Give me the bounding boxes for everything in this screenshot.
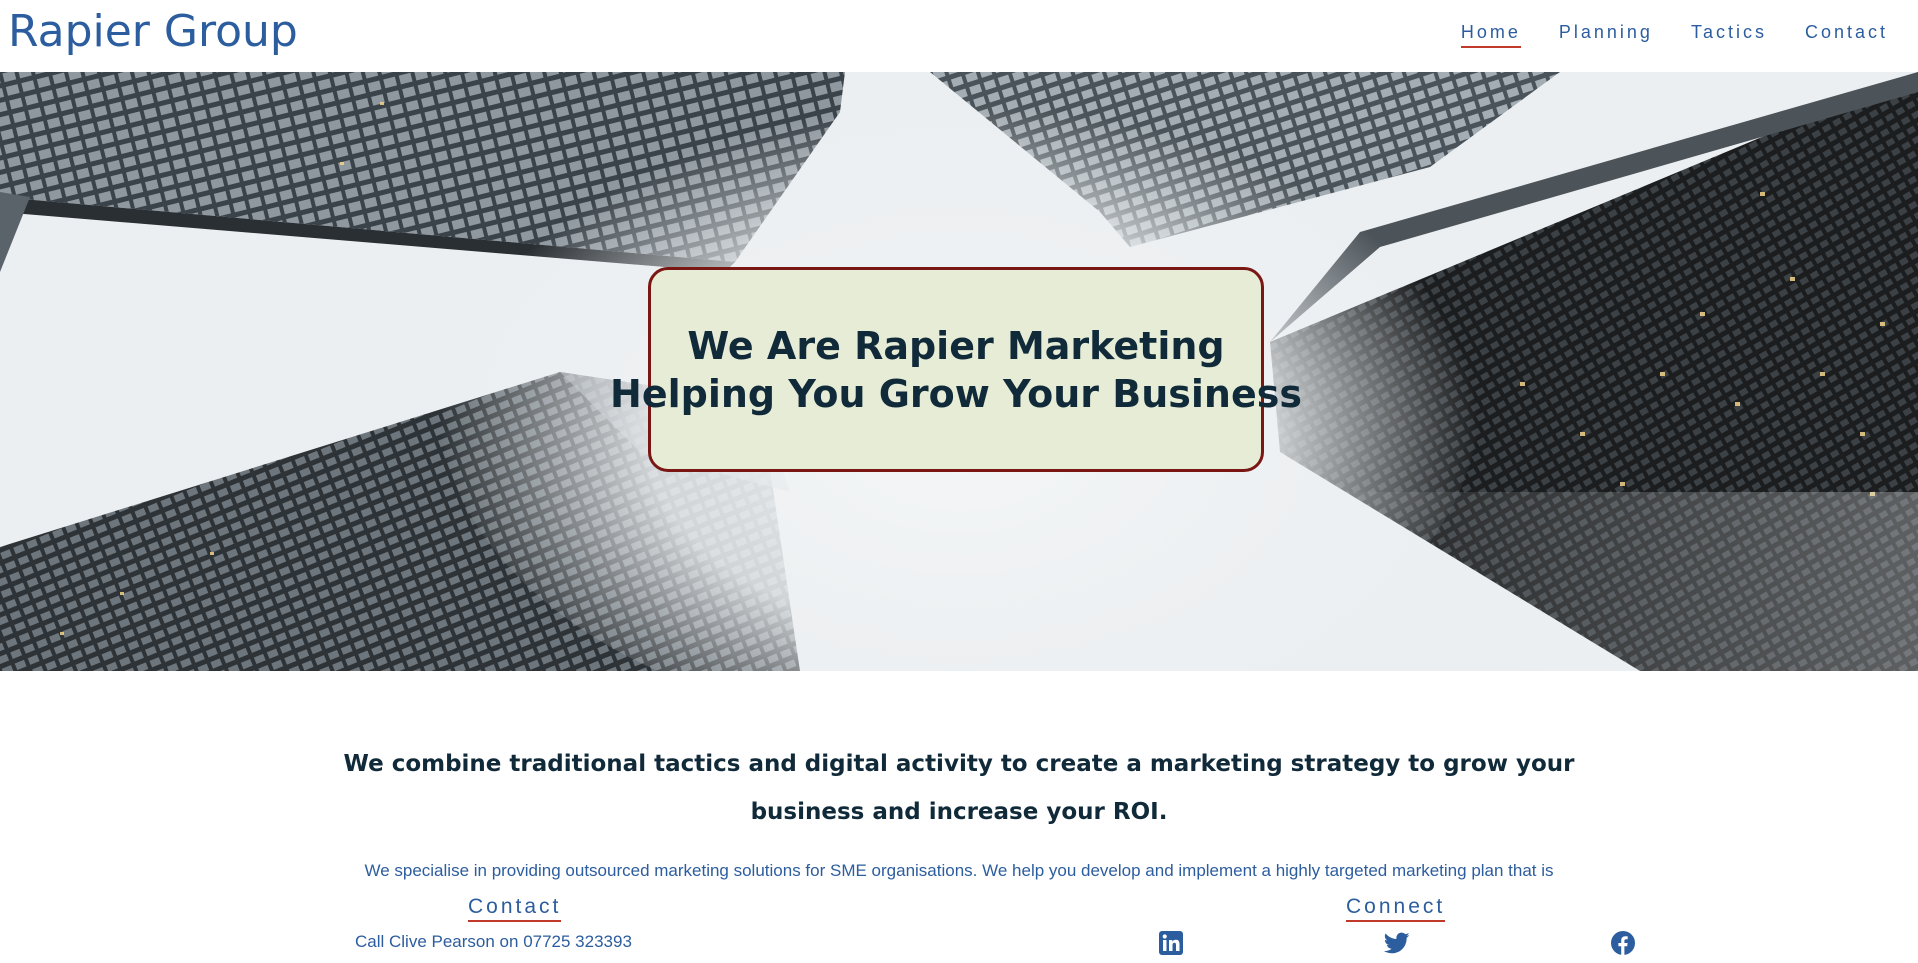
hero-headline-line1: We Are Rapier Marketing bbox=[687, 323, 1225, 368]
twitter-icon[interactable] bbox=[1383, 930, 1410, 956]
linkedin-icon[interactable] bbox=[1158, 930, 1184, 956]
footer-connect-heading: Connect bbox=[1346, 895, 1446, 922]
footer-contact-heading: Contact bbox=[468, 895, 562, 922]
brand-logo-link[interactable]: Rapier Group bbox=[8, 6, 298, 57]
site-header: Rapier Group Home Planning Tactics Conta… bbox=[0, 0, 1918, 72]
site-footer: Contact Call Clive Pearson on 07725 3233… bbox=[0, 880, 1918, 963]
hero-headline-line2: Helping You Grow Your Business bbox=[610, 371, 1302, 416]
footer-contact-phone: Call Clive Pearson on 07725 323393 bbox=[355, 932, 632, 951]
intro-lead-text: We combine traditional tactics and digit… bbox=[343, 751, 1575, 825]
nav-planning[interactable]: Planning bbox=[1559, 22, 1653, 48]
hero-banner: We Are Rapier Marketing Helping You Grow… bbox=[0, 72, 1918, 671]
main-nav: Home Planning Tactics Contact bbox=[1423, 22, 1888, 48]
facebook-icon[interactable] bbox=[1610, 930, 1636, 956]
nav-tactics[interactable]: Tactics bbox=[1691, 22, 1767, 48]
nav-contact[interactable]: Contact bbox=[1805, 22, 1888, 48]
nav-home[interactable]: Home bbox=[1460, 22, 1521, 48]
hero-headline-card: We Are Rapier Marketing Helping You Grow… bbox=[610, 267, 1302, 472]
intro-body-text: We specialise in providing outsourced ma… bbox=[364, 861, 1554, 880]
